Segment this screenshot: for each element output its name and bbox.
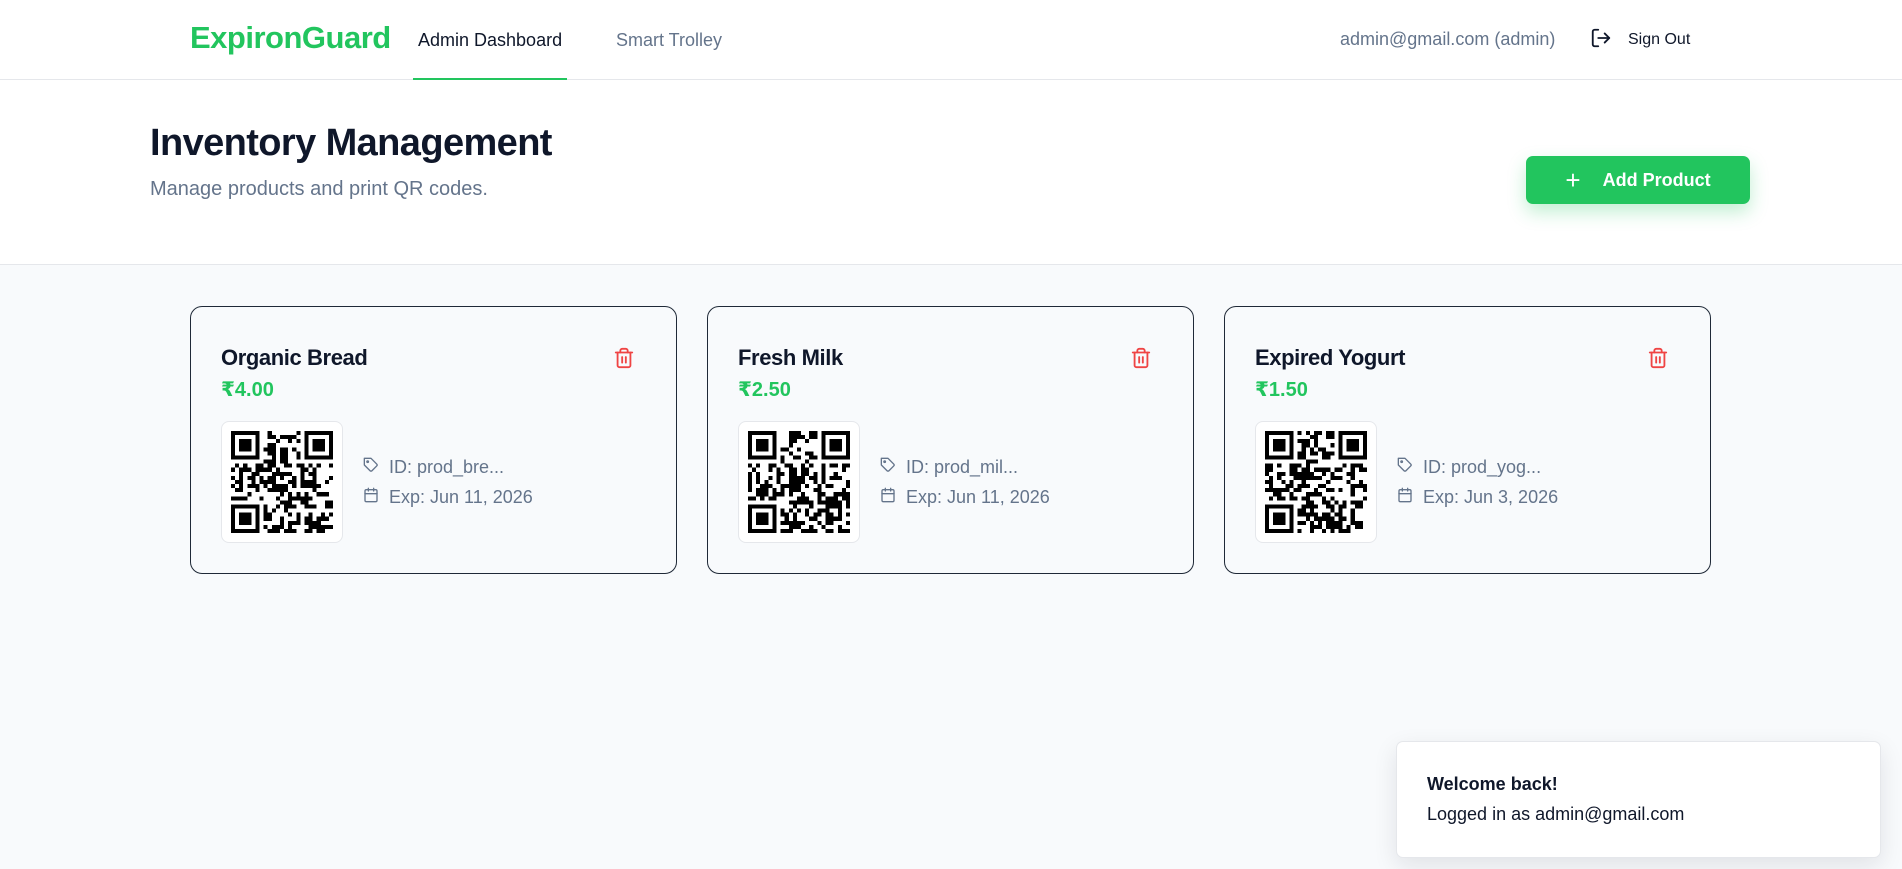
toast-title: Welcome back! <box>1427 774 1558 794</box>
user-email-label: admin@gmail.com (admin) <box>1340 29 1556 49</box>
product-expiry-row: Exp: Jun 3, 2026 <box>1397 487 1558 508</box>
product-id: ID: prod_mil... <box>906 457 1019 477</box>
toast-message: Logged in as admin@gmail.com <box>1427 804 1685 824</box>
add-product-label: Add Product <box>1602 169 1711 190</box>
add-product-button[interactable]: + Add Product <box>1526 156 1750 204</box>
product-expiry: Exp: Jun 11, 2026 <box>389 487 533 507</box>
product-id: ID: prod_yog... <box>1423 457 1542 477</box>
qr-code-icon <box>748 431 850 533</box>
calendar-icon <box>1397 487 1413 508</box>
product-name: Fresh Milk <box>738 345 843 370</box>
delete-product-button[interactable] <box>1646 347 1670 371</box>
sign-out-label: Sign Out <box>1628 31 1691 48</box>
tab-smart-trolley[interactable]: Smart Trolley <box>616 0 722 80</box>
product-qr-code[interactable] <box>1255 421 1377 543</box>
product-qr-code[interactable] <box>221 421 343 543</box>
product-expiry: Exp: Jun 3, 2026 <box>1423 487 1559 507</box>
tag-icon <box>880 457 896 478</box>
product-expiry: Exp: Jun 11, 2026 <box>906 487 1050 507</box>
delete-product-button[interactable] <box>612 347 636 371</box>
product-name: Expired Yogurt <box>1255 345 1406 370</box>
product-price: ₹4.00 <box>221 379 274 401</box>
brand-logo[interactable]: ExpironGuard <box>190 20 391 56</box>
sign-out-button[interactable]: Sign Out <box>1590 24 1690 56</box>
top-navbar: ExpironGuard Admin Dashboard Smart Troll… <box>0 0 1902 80</box>
product-card: Fresh Milk ₹2.50 ID: prod_mil... Exp: Ju… <box>707 306 1194 574</box>
product-expiry-row: Exp: Jun 11, 2026 <box>363 487 533 508</box>
page-header: Inventory Management Manage products and… <box>0 80 1902 265</box>
calendar-icon <box>363 487 379 508</box>
trash-icon <box>1130 347 1152 372</box>
log-out-icon <box>1590 27 1612 54</box>
qr-code-icon <box>231 431 333 533</box>
page-title: Inventory Management <box>150 122 552 164</box>
product-price: ₹1.50 <box>1255 379 1308 401</box>
product-price: ₹2.50 <box>738 379 791 401</box>
plus-icon: + <box>1565 165 1581 195</box>
calendar-icon <box>880 487 896 508</box>
product-id-row: ID: prod_bre... <box>363 457 504 478</box>
trash-icon <box>613 347 635 372</box>
product-id-row: ID: prod_yog... <box>1397 457 1541 478</box>
product-name: Organic Bread <box>221 345 368 370</box>
product-id: ID: prod_bre... <box>389 457 505 477</box>
welcome-toast[interactable]: Welcome back! Logged in as admin@gmail.c… <box>1396 741 1881 858</box>
product-qr-code[interactable] <box>738 421 860 543</box>
trash-icon <box>1647 347 1669 372</box>
tab-admin-dashboard[interactable]: Admin Dashboard <box>412 0 568 80</box>
product-expiry-row: Exp: Jun 11, 2026 <box>880 487 1050 508</box>
qr-code-icon <box>1265 431 1367 533</box>
product-id-row: ID: prod_mil... <box>880 457 1018 478</box>
product-card: Organic Bread ₹4.00 ID: prod_bre... Exp:… <box>190 306 677 574</box>
tag-icon <box>363 457 379 478</box>
delete-product-button[interactable] <box>1129 347 1153 371</box>
page-subtitle: Manage products and print QR codes. <box>150 178 488 200</box>
tag-icon <box>1397 457 1413 478</box>
product-card: Expired Yogurt ₹1.50 ID: prod_yog... Exp… <box>1224 306 1711 574</box>
